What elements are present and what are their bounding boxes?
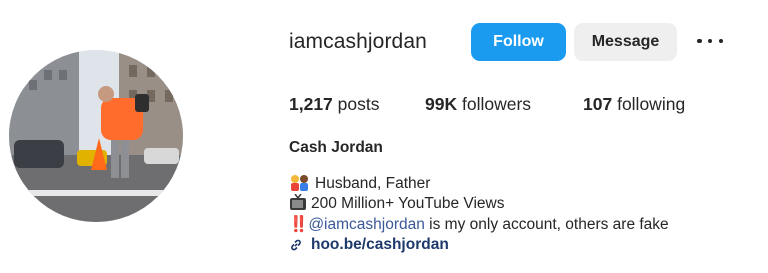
followers-label: followers [461,94,532,114]
message-button[interactable]: Message [574,23,677,61]
bio-line-2-text: 200 Million+ YouTube Views [311,195,505,212]
follow-button[interactable]: Follow [471,23,566,61]
link-icon [289,238,303,252]
following-label: following [617,94,686,114]
profile-avatar[interactable] [9,50,183,222]
profile-link-text: hoo.be/cashjordan [311,236,449,253]
posts-stat: 1,217 posts [289,94,380,115]
profile-username: iamcashjordan [289,30,427,53]
mention-link[interactable]: @iamcashjordan [308,216,425,233]
more-options-icon[interactable] [697,30,723,52]
couple-emoji-icon [289,174,311,191]
posts-label: posts [337,94,380,114]
dot [707,38,713,44]
tv-emoji-icon [289,193,307,211]
full-name: Cash Jordan [289,139,383,156]
dot [697,38,702,44]
posts-count: 1,217 [289,94,333,114]
bio-line-1-text: Husband, Father [315,175,431,192]
bio-line-3-text: is my only account, others are fake [424,216,669,233]
profile-link[interactable]: hoo.be/cashjordan [289,236,449,254]
double-exclamation-emoji: ‼️ [289,216,309,233]
following-stat[interactable]: 107 following [583,94,685,115]
dot [718,38,723,44]
bio-line-3: ‼️@iamcashjordan is my only account, oth… [289,215,669,234]
followers-count: 99K [425,94,458,114]
followers-stat[interactable]: 99K followers [425,94,531,115]
following-count: 107 [583,94,613,114]
bio-line-1: Husband, Father [289,174,430,193]
bio-line-2: 200 Million+ YouTube Views [289,193,505,213]
